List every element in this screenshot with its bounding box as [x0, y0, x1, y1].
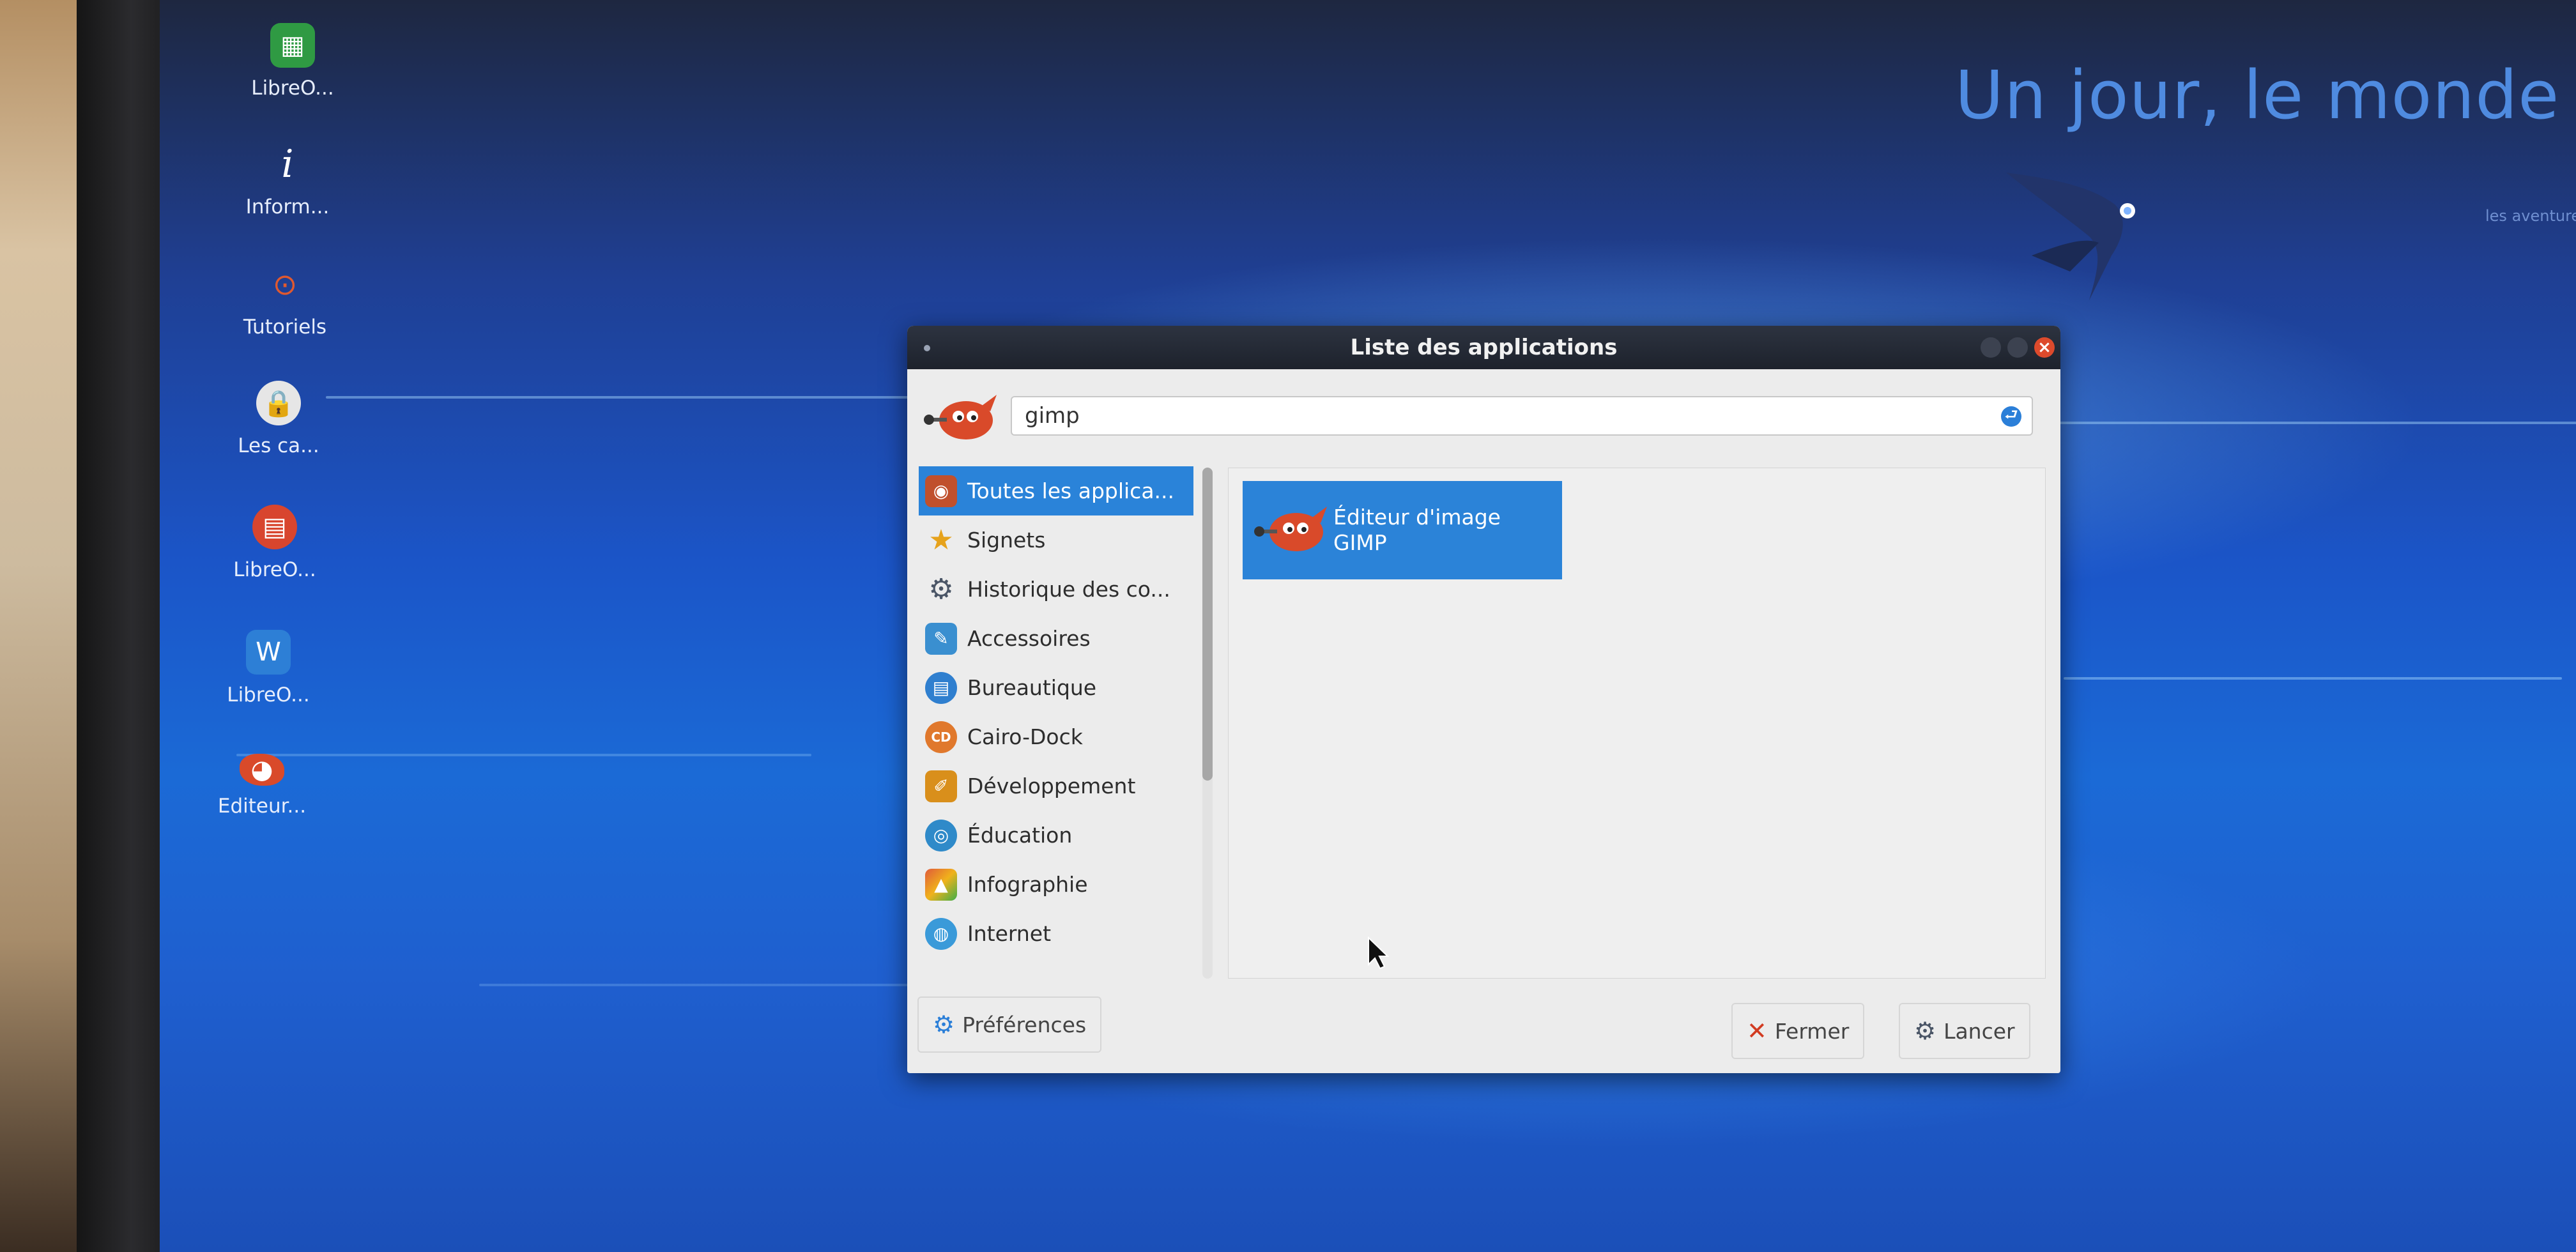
- category-graphics[interactable]: ▲ Infographie: [919, 860, 1193, 909]
- category-label: Historique des co...: [967, 577, 1170, 602]
- app-name-line1: Éditeur d'image: [1333, 505, 1501, 530]
- star-icon: ★: [928, 524, 954, 556]
- dialog-titlebar[interactable]: Liste des applications ×: [907, 326, 2060, 369]
- category-scrollbar-thumb[interactable]: [1202, 468, 1213, 781]
- category-label: Accessoires: [967, 626, 1091, 651]
- gimp-icon: ◕: [240, 754, 284, 786]
- minimize-button[interactable]: [1981, 337, 2001, 358]
- history-gears-icon: ⚙: [928, 573, 954, 606]
- close-button[interactable]: ✕ Fermer: [1731, 1003, 1865, 1059]
- desktop-icon-tutoriels[interactable]: ⊙ Tutoriels: [221, 262, 349, 339]
- application-list-dialog: Liste des applications × ⮐ ◉ Toutes les …: [907, 326, 2060, 1073]
- wallpaper-streak: [2064, 677, 2562, 680]
- desktop-icon-label: Les ca...: [238, 434, 319, 457]
- desktop-icon-information[interactable]: i Inform...: [224, 142, 351, 218]
- category-label: Bureautique: [967, 675, 1097, 700]
- desktop-icon-label: Editeur...: [217, 795, 307, 818]
- office-icon: ▤: [925, 671, 957, 704]
- swallow-logo-icon: [2006, 172, 2135, 300]
- app-name: Éditeur d'image GIMP: [1333, 505, 1501, 556]
- development-icon: ✐: [925, 770, 957, 802]
- ubuntu-logo-icon: ⊙: [272, 267, 298, 302]
- category-label: Développement: [967, 774, 1136, 798]
- clear-search-icon[interactable]: ⮐: [2001, 406, 2021, 427]
- category-label: Signets: [967, 528, 1046, 553]
- category-cairo-dock[interactable]: CD Cairo-Dock: [919, 712, 1193, 761]
- close-label: Fermer: [1774, 1018, 1850, 1044]
- libreoffice-writer-icon: W: [246, 630, 291, 675]
- desktop-icon-libreoffice-calc[interactable]: ▦ LibreO...: [229, 23, 356, 100]
- category-history[interactable]: ⚙ Historique des co...: [919, 565, 1193, 614]
- cairo-dock-icon: CD: [925, 721, 957, 753]
- accessories-icon: ✎: [925, 622, 957, 655]
- category-label: Infographie: [967, 872, 1088, 897]
- category-accessories[interactable]: ✎ Accessoires: [919, 614, 1193, 663]
- wallpaper-tagline: les aventures d'un peuple: [2485, 207, 2576, 225]
- gear-icon: ⚙: [933, 1011, 955, 1039]
- category-list[interactable]: ◉ Toutes les applica... ★ Signets ⚙ Hist…: [919, 466, 1193, 981]
- graphics-icon: ▲: [925, 868, 957, 901]
- preferences-label: Préférences: [962, 1012, 1087, 1037]
- category-development[interactable]: ✐ Développement: [919, 761, 1193, 811]
- close-window-button[interactable]: ×: [2034, 337, 2055, 358]
- desktop-icon-label: Inform...: [245, 195, 330, 218]
- dialog-title: Liste des applications: [1350, 335, 1618, 360]
- category-education[interactable]: ◎ Éducation: [919, 811, 1193, 860]
- libreoffice-calc-icon: ▦: [270, 23, 315, 68]
- category-office[interactable]: ▤ Bureautique: [919, 663, 1193, 712]
- category-internet[interactable]: ◍ Internet: [919, 909, 1193, 958]
- desktop-icon-label: LibreO...: [251, 77, 334, 100]
- window-menu-icon[interactable]: [924, 345, 930, 351]
- launch-button[interactable]: ⚙ Lancer: [1899, 1003, 2030, 1059]
- desktop-icon-les-cahiers[interactable]: 🔒 Les ca...: [215, 381, 342, 457]
- wallpaper-streak: [2051, 422, 2576, 424]
- applications-pane: Éditeur d'image GIMP: [1228, 468, 2046, 979]
- gimp-icon: [1254, 507, 1327, 551]
- preferences-button[interactable]: ⚙ Préférences: [917, 996, 1102, 1053]
- wallpaper-title: Un jour, le monde sera: [1955, 56, 2576, 134]
- category-label: Cairo-Dock: [967, 724, 1083, 749]
- desktop-icon-label: Tutoriels: [243, 316, 327, 339]
- gimp-icon: [924, 395, 997, 439]
- category-bookmarks[interactable]: ★ Signets: [919, 515, 1193, 565]
- category-label: Éducation: [967, 823, 1073, 848]
- close-icon: ✕: [1747, 1017, 1767, 1045]
- category-label: Internet: [967, 921, 1052, 946]
- all-applications-icon: ◉: [925, 475, 957, 507]
- search-input[interactable]: [1011, 396, 2033, 436]
- internet-globe-icon: ◍: [925, 917, 957, 950]
- category-label: Toutes les applica...: [967, 478, 1175, 503]
- launch-label: Lancer: [1943, 1018, 2015, 1044]
- app-name-line2: GIMP: [1333, 530, 1387, 555]
- desktop-icon-libreoffice-writer[interactable]: W LibreO...: [204, 630, 332, 706]
- education-icon: ◎: [925, 819, 957, 851]
- libreoffice-impress-icon: ▤: [252, 505, 297, 549]
- maximize-button[interactable]: [2007, 337, 2028, 358]
- app-tile-gimp[interactable]: Éditeur d'image GIMP: [1243, 481, 1562, 579]
- mouse-cursor-icon: [1368, 936, 1389, 970]
- category-all-applications[interactable]: ◉ Toutes les applica...: [919, 466, 1193, 515]
- lock-icon: 🔒: [256, 381, 301, 425]
- desktop-icon-gimp[interactable]: ◕ Editeur...: [198, 754, 326, 818]
- launch-gears-icon: ⚙: [1914, 1017, 1936, 1045]
- desktop-icon-label: LibreO...: [233, 558, 316, 581]
- desktop-icon-libreoffice-impress[interactable]: ▤ LibreO...: [211, 505, 339, 581]
- info-icon: i: [281, 142, 294, 187]
- desktop-icon-label: LibreO...: [227, 683, 310, 706]
